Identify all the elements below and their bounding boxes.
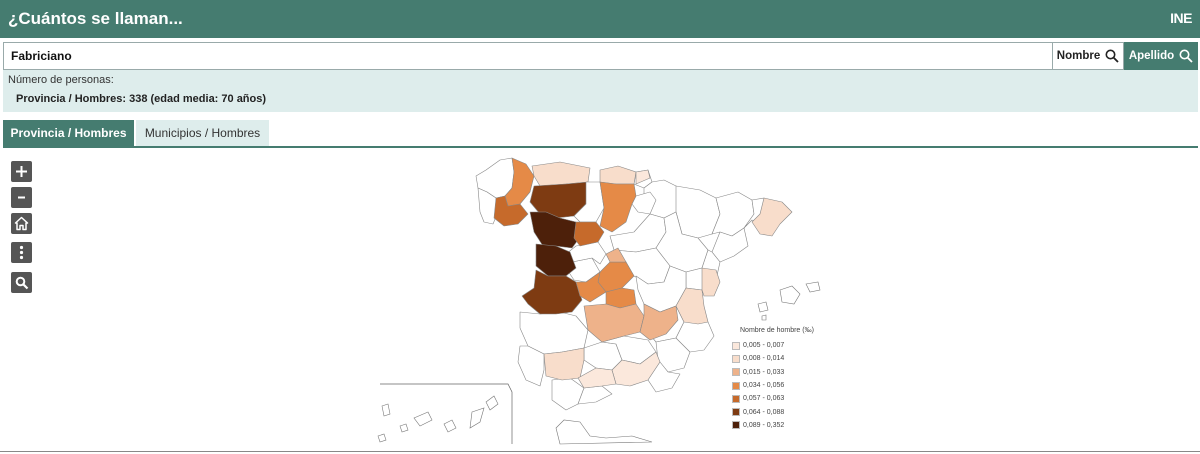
- island-tenerife: [413, 411, 433, 427]
- ceuta-coast: [555, 419, 653, 445]
- legend-swatch: [732, 341, 740, 350]
- island-la-gomera: [399, 423, 409, 433]
- search-icon: [1179, 49, 1193, 63]
- search-by-nombre-button[interactable]: Nombre: [1052, 42, 1124, 70]
- legend-label: 0,064 - 0,088: [743, 408, 785, 416]
- more-options-icon[interactable]: [11, 242, 32, 263]
- apellido-button-label: Apellido: [1128, 50, 1175, 62]
- province-cadiz: [551, 377, 585, 411]
- legend-label: 0,015 - 0,033: [743, 368, 785, 376]
- legend-swatch: [732, 421, 740, 430]
- legend-label: 0,005 - 0,007: [743, 342, 785, 350]
- province-valladolid: [573, 221, 605, 247]
- legend-item: 0,015 - 0,033: [732, 366, 814, 379]
- tab-underline: [3, 146, 1198, 148]
- home-icon[interactable]: [11, 213, 32, 234]
- legend-item: 0,057 - 0,063: [732, 392, 814, 405]
- search-icon: [1105, 49, 1119, 63]
- legend-swatch: [732, 394, 740, 403]
- island-la-palma: [381, 403, 391, 417]
- legend-title: Nombre de hombre (‰): [740, 327, 814, 334]
- island-ibiza: [757, 301, 769, 313]
- legend-swatch: [732, 354, 740, 363]
- legend-label: 0,089 - 0,352: [743, 421, 785, 429]
- island-fuerteventura: [469, 407, 485, 429]
- island-mallorca: [779, 285, 801, 305]
- legend-swatch: [732, 368, 740, 377]
- canary-inset-frame: [380, 383, 513, 444]
- island-menorca: [805, 281, 821, 293]
- province-cantabria: [599, 165, 637, 185]
- legend-label: 0,034 - 0,056: [743, 382, 785, 390]
- legend-swatch: [732, 408, 740, 417]
- province-burgos: [599, 181, 637, 233]
- legend-item: 0,005 - 0,007: [732, 339, 814, 352]
- province-madrid: [597, 261, 635, 293]
- legend-swatch: [732, 381, 740, 390]
- island-lanzarote: [485, 395, 499, 411]
- legend-item: 0,064 - 0,088: [732, 405, 814, 418]
- legend-item: 0,034 - 0,056: [732, 379, 814, 392]
- province-malaga: [577, 367, 617, 389]
- tab-municipios-hombres[interactable]: Municipios / Hombres: [136, 120, 269, 146]
- province-huelva: [517, 345, 545, 387]
- legend-item: 0,089 - 0,352: [732, 419, 814, 432]
- name-search-input[interactable]: [3, 42, 1053, 70]
- map-legend: Nombre de hombre (‰) 0,005 - 0,007 0,008…: [732, 327, 814, 432]
- legend-item: 0,008 - 0,014: [732, 352, 814, 365]
- header-bar: ¿Cuántos se llaman... INE: [0, 0, 1200, 38]
- footer-divider: [0, 451, 1200, 452]
- province-salamanca: [535, 243, 577, 277]
- province-ciudad-real: [583, 303, 645, 343]
- zoom-in-icon[interactable]: [11, 161, 32, 182]
- tab-provincia-hombres[interactable]: Provincia / Hombres: [3, 120, 134, 146]
- legend-label: 0,057 - 0,063: [743, 395, 785, 403]
- island-el-hierro: [377, 433, 387, 443]
- search-by-apellido-button[interactable]: Apellido: [1124, 42, 1198, 70]
- legend-label: 0,008 - 0,014: [743, 355, 785, 363]
- search-icon[interactable]: [11, 272, 32, 293]
- zoom-out-icon[interactable]: [11, 187, 32, 208]
- ine-logo: INE: [1170, 10, 1192, 26]
- results-label: Número de personas:: [8, 74, 114, 86]
- island-formentera: [761, 314, 767, 321]
- results-value: Provincia / Hombres: 338 (edad media: 70…: [16, 93, 267, 105]
- results-panel: Número de personas: Provincia / Hombres:…: [3, 70, 1198, 112]
- province-zamora: [529, 211, 579, 249]
- app-title: ¿Cuántos se llaman...: [8, 9, 183, 28]
- nombre-button-label: Nombre: [1056, 50, 1101, 62]
- island-gran-canaria: [443, 419, 457, 433]
